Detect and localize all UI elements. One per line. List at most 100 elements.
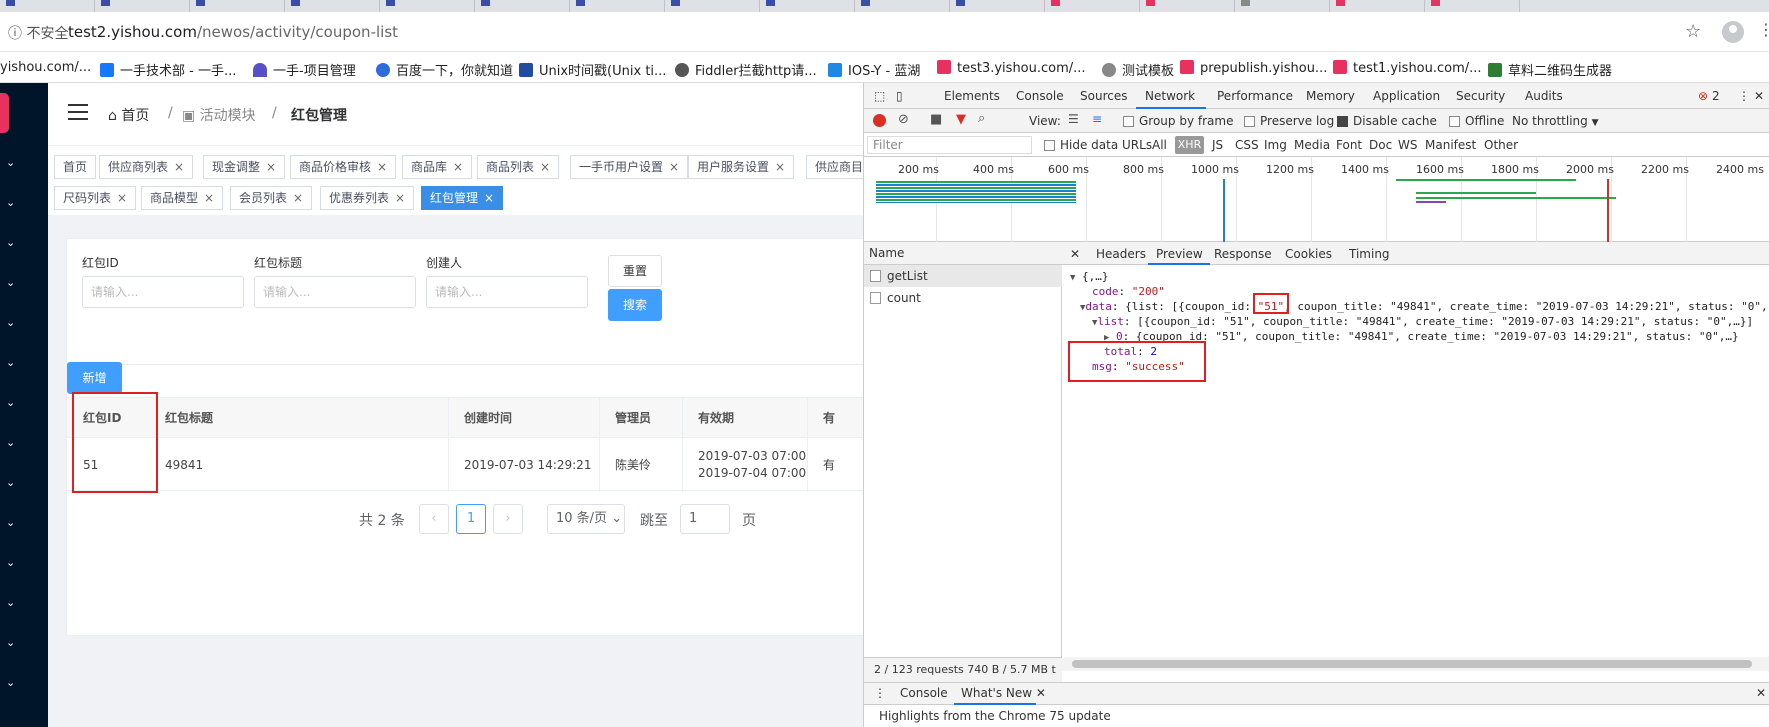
close-icon[interactable]: × <box>204 191 214 205</box>
prev-page-button[interactable]: ‹ <box>419 504 449 534</box>
bookmark[interactable]: Fiddler拦截http请... <box>675 60 817 79</box>
close-icon[interactable]: ✕ <box>1754 89 1764 103</box>
tab-security[interactable]: Security <box>1456 89 1505 103</box>
record-icon[interactable] <box>873 114 886 127</box>
close-icon[interactable]: × <box>174 160 184 174</box>
chevron-down-icon[interactable]: ⌄ <box>6 477 16 488</box>
bookmark[interactable]: test1.yishou.com/... <box>1333 60 1482 76</box>
close-icon[interactable]: × <box>484 191 494 205</box>
tag-goods-library[interactable]: 商品库 × <box>402 155 473 179</box>
chevron-down-icon[interactable]: ⌄ <box>6 317 16 328</box>
search-button[interactable]: 搜索 <box>608 289 662 321</box>
chevron-down-icon[interactable]: ⌄ <box>6 397 16 408</box>
browser-tab[interactable] <box>665 0 760 12</box>
url-field[interactable]: test2.yishou.com/newos/activity/coupon-l… <box>68 23 398 41</box>
chevron-down-icon[interactable]: ⌄ <box>6 517 16 528</box>
filter-type-all[interactable]: All <box>1152 138 1167 152</box>
inspect-icon[interactable]: ⬚ <box>874 89 885 103</box>
filter-input[interactable]: Filter <box>867 136 1032 154</box>
browser-tab[interactable] <box>950 0 1045 12</box>
redpacket-title-input[interactable]: 请输入... <box>254 276 416 308</box>
close-icon[interactable]: × <box>540 160 550 174</box>
chevron-down-icon[interactable]: ⌄ <box>6 357 16 368</box>
close-icon[interactable]: × <box>395 191 405 205</box>
breadcrumb-module[interactable]: ▣ 活动模块 <box>182 105 256 125</box>
tab-sources[interactable]: Sources <box>1080 89 1127 103</box>
close-icon[interactable]: × <box>377 160 387 174</box>
filter-type-doc[interactable]: Doc <box>1369 138 1392 152</box>
jump-page-input[interactable]: 1 <box>680 504 730 534</box>
browser-tab[interactable] <box>570 0 665 12</box>
browser-tab[interactable] <box>190 0 285 12</box>
tag-coupon-list[interactable]: 优惠券列表 × <box>320 186 415 210</box>
redpacket-id-input[interactable]: 请输入... <box>82 276 244 308</box>
tag-goods-model[interactable]: 商品模型 × <box>141 186 224 210</box>
horizontal-scrollbar[interactable] <box>1062 657 1769 671</box>
hide-data-urls-checkbox[interactable]: Hide data URLs <box>1044 138 1152 152</box>
bookmark[interactable]: yishou.com/... <box>0 60 91 75</box>
close-icon[interactable]: × <box>266 160 276 174</box>
filter-type-ws[interactable]: WS <box>1398 138 1417 152</box>
page-size-select[interactable]: 10 条/页 ⌄ <box>547 504 625 534</box>
tag-cash-adjust[interactable]: 现金调整 × <box>203 155 286 179</box>
browser-tab[interactable] <box>1330 0 1425 12</box>
browser-tab[interactable] <box>0 0 95 12</box>
tag-supplier-list[interactable]: 供应商列表 × <box>99 155 194 179</box>
bookmark[interactable]: prepublish.yishou... <box>1180 60 1327 76</box>
offline-checkbox[interactable]: Offline <box>1449 114 1504 128</box>
tag-goods-list[interactable]: 商品列表 × <box>477 155 560 179</box>
browser-tab[interactable] <box>1045 0 1140 12</box>
close-icon[interactable]: × <box>669 160 679 174</box>
filter-type-js[interactable]: JS <box>1212 138 1223 152</box>
tab-elements[interactable]: Elements <box>944 89 1000 103</box>
tag-supplier-cat[interactable]: 供应商目 <box>806 155 863 179</box>
chevron-down-icon[interactable]: ⌄ <box>6 637 16 648</box>
clear-icon[interactable]: ⊘ <box>898 112 909 127</box>
bookmark[interactable]: IOS-Y - 蓝湖 <box>828 60 920 79</box>
filter-type-media[interactable]: Media <box>1294 138 1330 152</box>
error-icon[interactable]: ⊗ <box>1698 89 1708 103</box>
bookmark[interactable]: 一手技术部 - 一手... <box>100 60 236 79</box>
column-header[interactable]: 有 <box>807 398 863 438</box>
filter-icon[interactable]: ▼ <box>956 112 966 127</box>
close-icon[interactable]: × <box>775 160 785 174</box>
chevron-down-icon[interactable]: ⌄ <box>6 197 16 208</box>
browser-tab[interactable] <box>1235 0 1330 12</box>
tab-application[interactable]: Application <box>1373 89 1440 103</box>
column-header[interactable]: 管理员 <box>599 398 682 438</box>
tab-network[interactable]: Network <box>1145 89 1195 103</box>
close-icon[interactable]: × <box>453 160 463 174</box>
tab-performance[interactable]: Performance <box>1217 89 1293 103</box>
bookmark[interactable]: 测试模板 <box>1102 60 1174 79</box>
bookmark[interactable]: Unix时间戳(Unix ti... <box>519 60 666 79</box>
chevron-down-icon[interactable]: ⌄ <box>6 277 16 288</box>
tab-memory[interactable]: Memory <box>1306 89 1355 103</box>
tab-cookies[interactable]: Cookies <box>1285 247 1332 261</box>
disable-cache-checkbox[interactable]: Disable cache <box>1337 114 1437 128</box>
browser-menu-icon[interactable]: ⋮ <box>1758 20 1769 39</box>
browser-tab[interactable] <box>760 0 855 12</box>
add-button[interactable]: 新增 <box>67 362 122 394</box>
chevron-down-icon[interactable]: ⌄ <box>6 237 16 248</box>
browser-tab[interactable] <box>475 0 570 12</box>
profile-avatar[interactable] <box>1722 21 1744 43</box>
close-icon[interactable]: × <box>293 191 303 205</box>
chevron-down-icon[interactable]: ⌄ <box>6 597 16 608</box>
tag-redpacket-manage[interactable]: 红包管理 × <box>421 186 504 210</box>
close-icon[interactable]: × <box>117 191 127 205</box>
devtools-menu-icon[interactable]: ⋮ <box>1738 89 1750 103</box>
bookmark-star-icon[interactable]: ☆ <box>1685 21 1701 42</box>
browser-tab[interactable] <box>1140 0 1235 12</box>
browser-tab[interactable] <box>285 0 380 12</box>
browser-tab[interactable] <box>1425 0 1520 12</box>
hamburger-menu-icon[interactable] <box>68 104 88 120</box>
page-number[interactable]: 1 <box>456 504 486 534</box>
tab-response[interactable]: Response <box>1214 247 1272 261</box>
browser-tab[interactable] <box>380 0 475 12</box>
bookmark[interactable]: 百度一下，你就知道 <box>376 60 513 79</box>
tab-headers[interactable]: Headers <box>1096 247 1146 261</box>
browser-tab[interactable] <box>95 0 190 12</box>
creator-input[interactable]: 请输入... <box>426 276 588 308</box>
close-icon[interactable]: ✕ <box>1036 686 1046 700</box>
group-by-frame-checkbox[interactable]: Group by frame <box>1123 114 1233 128</box>
